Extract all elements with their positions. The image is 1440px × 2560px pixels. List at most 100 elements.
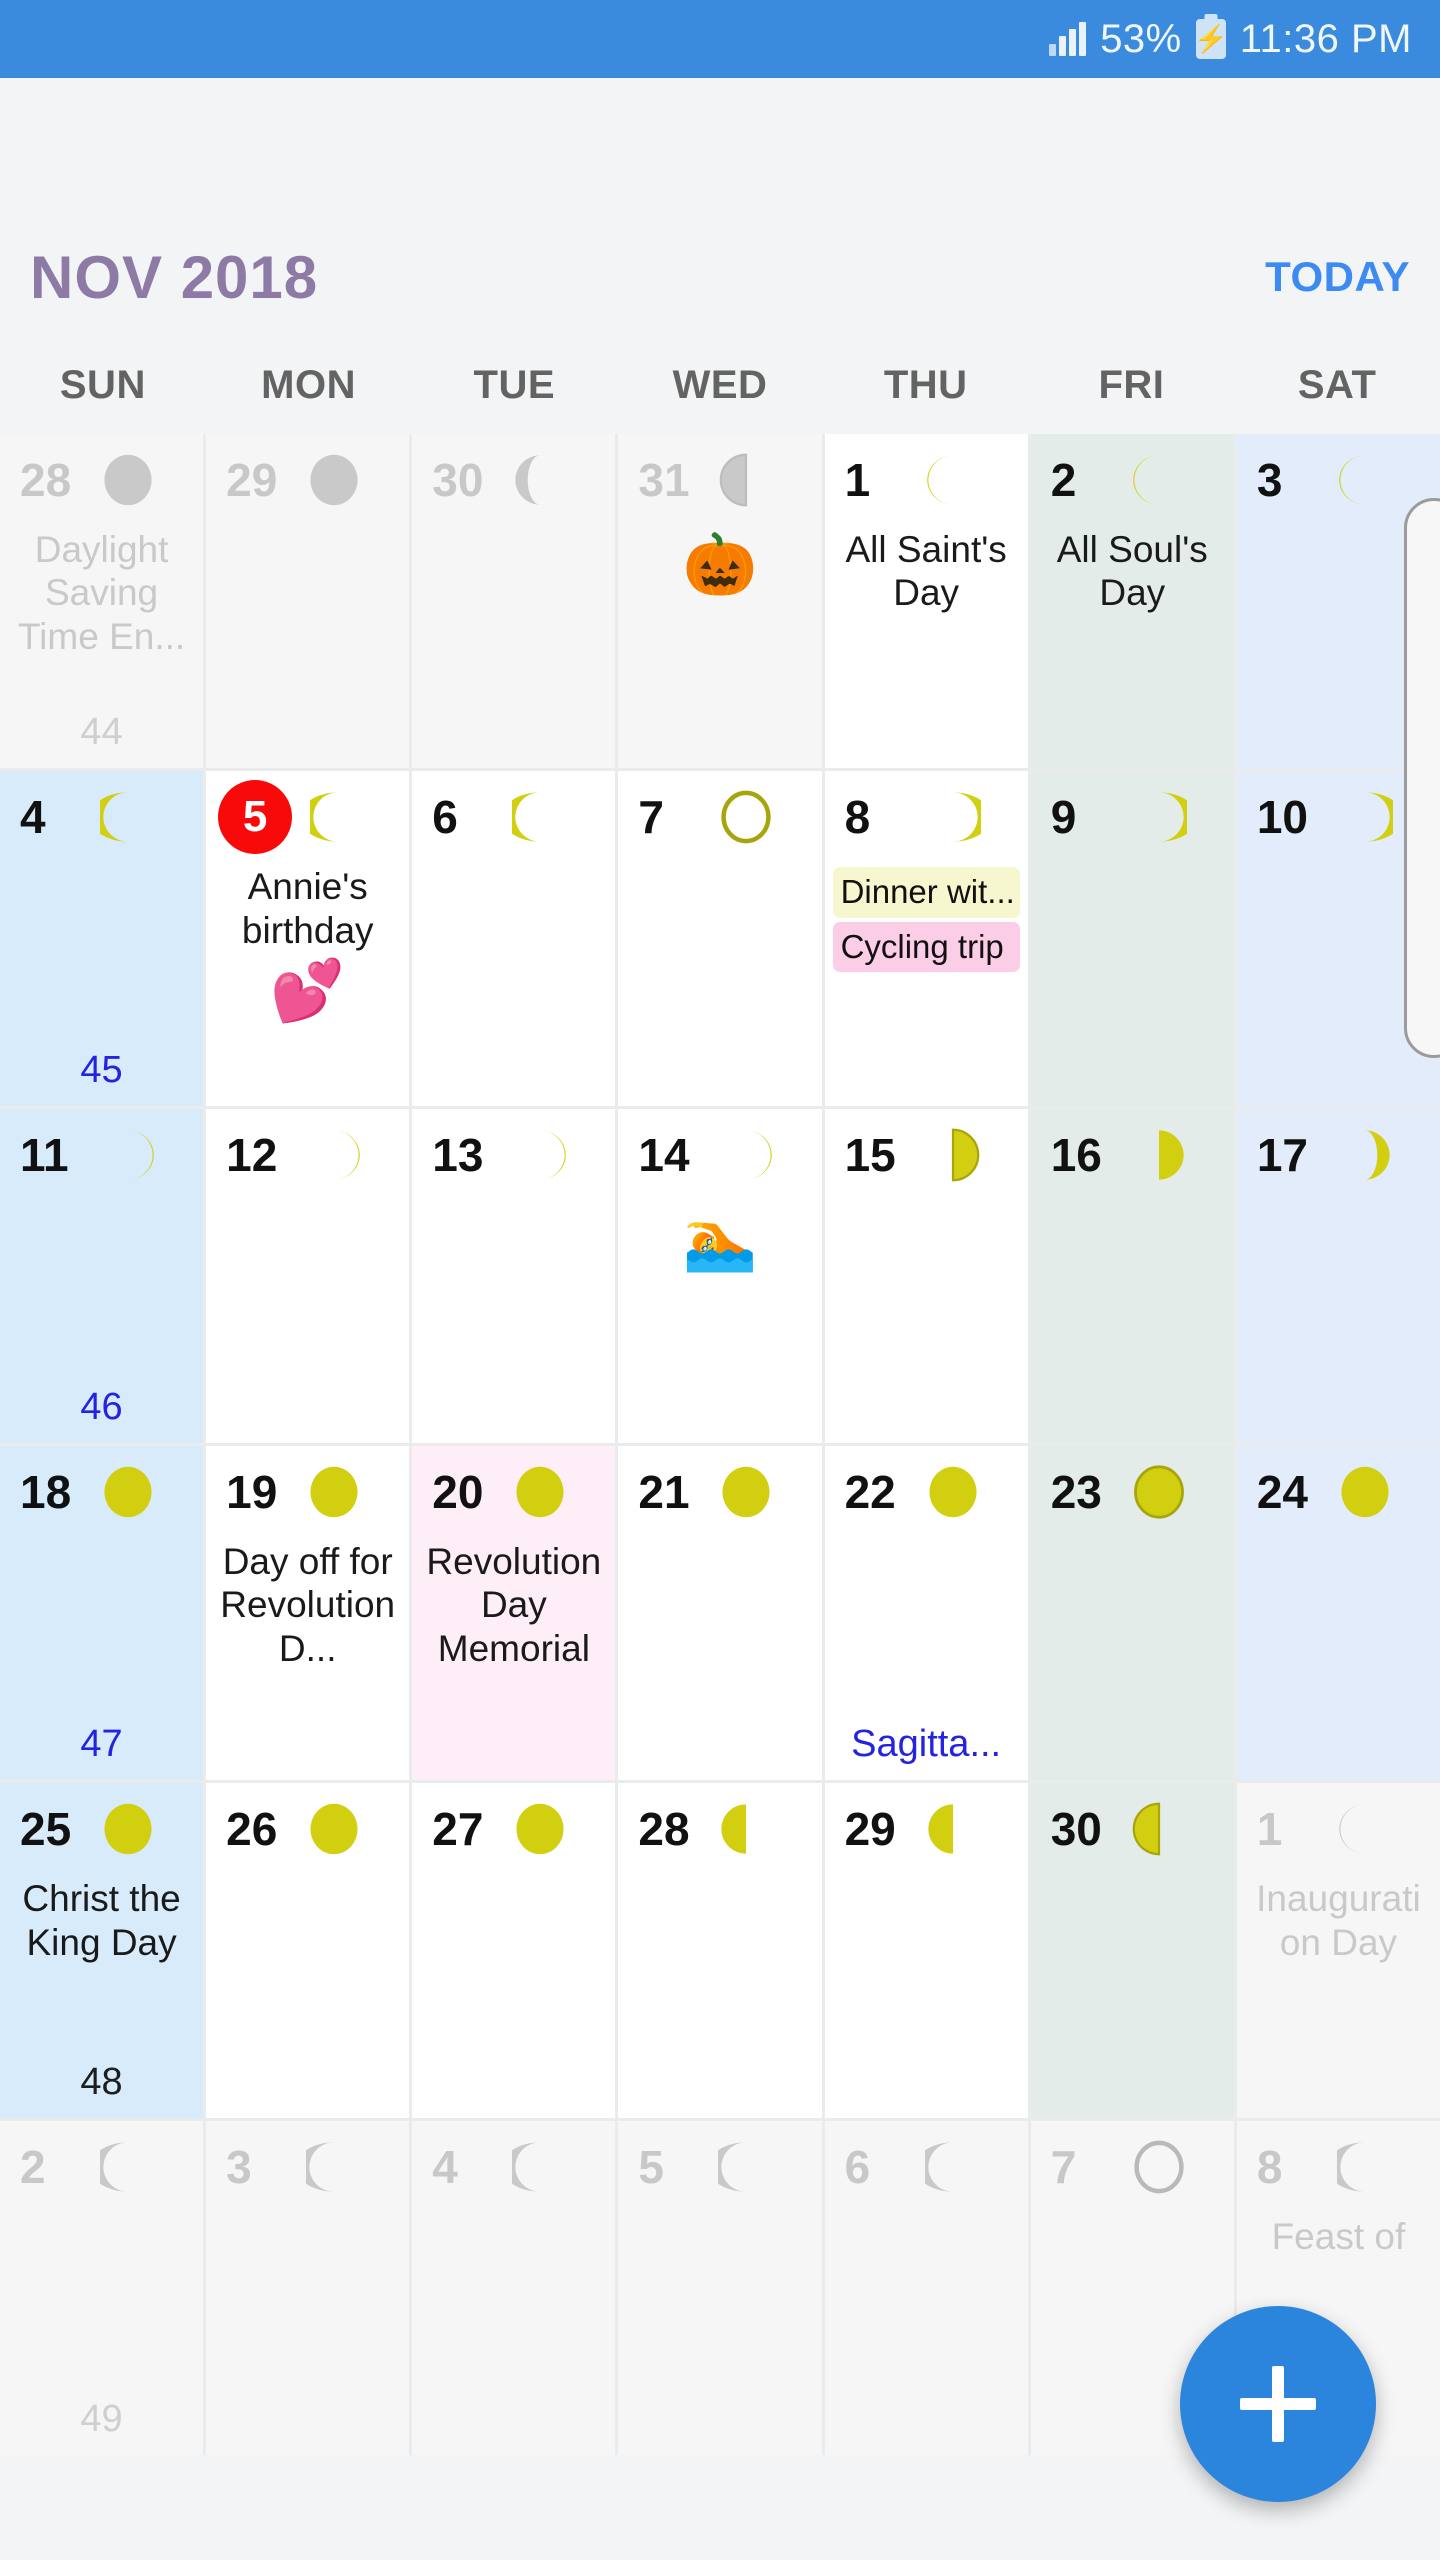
day-cell[interactable]: 17 bbox=[1236, 1108, 1440, 1443]
day-cell-header: 19 bbox=[212, 1446, 403, 1538]
zodiac-label[interactable]: Sagitta... bbox=[825, 1723, 1028, 1766]
day-cell[interactable]: 11 46 bbox=[0, 1108, 204, 1443]
moon-phase-icon bbox=[1131, 789, 1187, 845]
day-cell[interactable]: 2 49 bbox=[0, 2120, 204, 2455]
day-cell[interactable]: 6 bbox=[412, 771, 616, 1106]
moon-phase-icon bbox=[1336, 2139, 1393, 2195]
day-cell[interactable]: 4 bbox=[412, 2120, 616, 2455]
day-cell-header: 31 bbox=[624, 434, 815, 526]
day-cell[interactable]: 15 bbox=[824, 1108, 1028, 1443]
moon-phase-icon bbox=[925, 1127, 981, 1183]
day-cell[interactable]: 9 bbox=[1030, 771, 1234, 1106]
event-list: Feast of bbox=[1243, 2213, 1434, 2258]
day-number: 23 bbox=[1050, 1466, 1102, 1518]
day-cell[interactable]: 26 bbox=[206, 1783, 410, 2118]
moon-phase-icon bbox=[512, 789, 568, 845]
day-cell[interactable]: 2 All Soul's Day bbox=[1030, 434, 1234, 769]
day-number: 12 bbox=[226, 1128, 278, 1181]
moon-phase-icon bbox=[925, 1801, 981, 1857]
event-title[interactable]: Christ the King Day bbox=[12, 1877, 191, 1964]
day-number: 3 bbox=[1256, 454, 1283, 506]
day-cell[interactable]: 1 All Saint's Day bbox=[824, 434, 1028, 769]
day-cell-header: 8 bbox=[1243, 2121, 1434, 2213]
day-cell[interactable]: 12 bbox=[206, 1108, 410, 1443]
day-cell[interactable]: 3 bbox=[206, 2120, 410, 2455]
event-title[interactable]: Feast of bbox=[1249, 2215, 1428, 2258]
event-title[interactable]: Revolution Day Memorial bbox=[424, 1540, 603, 1670]
calendar-grid: 28 Daylight Saving Time En... 44 29 30 31 🎃 1 Al… bbox=[0, 434, 1440, 2455]
event-title[interactable]: Inauguration Day bbox=[1249, 1877, 1428, 1964]
day-cell-header: 28 bbox=[624, 1783, 815, 1875]
day-cell[interactable]: 24 bbox=[1236, 1446, 1440, 1781]
day-cell[interactable]: 27 bbox=[412, 1783, 616, 2118]
day-number: 13 bbox=[432, 1128, 484, 1181]
day-cell[interactable]: 29 bbox=[824, 1783, 1028, 2118]
day-cell[interactable]: 1 Inauguration Day bbox=[1236, 1783, 1440, 2118]
day-cell[interactable]: 23 bbox=[1030, 1446, 1234, 1781]
day-cell-header: 6 bbox=[418, 771, 609, 863]
moon-phase-icon bbox=[925, 789, 981, 845]
day-cell[interactable]: 30 bbox=[1030, 1783, 1234, 2118]
moon-phase-icon bbox=[924, 2139, 981, 2195]
moon-phase-icon bbox=[100, 1127, 156, 1183]
day-cell[interactable]: 5 bbox=[618, 2120, 822, 2455]
day-cell-header: 17 bbox=[1243, 1109, 1434, 1201]
day-cell[interactable]: 7 bbox=[618, 771, 822, 1106]
moon-phase-icon bbox=[718, 1127, 774, 1183]
day-number: 8 bbox=[844, 791, 871, 844]
day-cell[interactable]: 28 Daylight Saving Time En... 44 bbox=[0, 434, 204, 769]
day-cell[interactable]: 21 bbox=[618, 1446, 822, 1781]
weekday-label-thu: THU bbox=[883, 362, 968, 407]
event-list: Daylight Saving Time En... bbox=[6, 526, 197, 658]
today-button[interactable]: TODAY bbox=[1265, 253, 1410, 301]
day-number: 5 bbox=[638, 2140, 665, 2193]
day-cell[interactable]: 22 Sagitta... bbox=[824, 1446, 1028, 1781]
day-cell[interactable]: 18 47 bbox=[0, 1446, 204, 1781]
event-chip[interactable]: Cycling trip bbox=[832, 921, 1020, 972]
day-cell-header: 1 bbox=[1243, 1783, 1434, 1875]
weekday-label-sun: SUN bbox=[59, 362, 146, 407]
day-cell[interactable]: 14 🏊 bbox=[618, 1108, 822, 1443]
day-cell[interactable]: 19 Day off for Revolution D... bbox=[206, 1446, 410, 1781]
day-cell[interactable]: 6 bbox=[824, 2120, 1028, 2455]
event-title[interactable]: Day off for Revolution D... bbox=[218, 1540, 397, 1670]
day-number: 19 bbox=[226, 1466, 278, 1518]
day-number: 4 bbox=[432, 2140, 458, 2193]
day-number: 3 bbox=[226, 2140, 252, 2193]
moon-phase-icon bbox=[512, 452, 568, 508]
moon-phase-icon bbox=[1337, 789, 1393, 845]
week-number: 48 bbox=[80, 2060, 123, 2103]
day-cell[interactable]: 28 bbox=[618, 1783, 822, 2118]
event-list: Revolution Day Memorial bbox=[418, 1538, 609, 1670]
day-cell[interactable]: 4 45 bbox=[0, 771, 204, 1106]
day-number: 4 bbox=[20, 791, 46, 844]
day-cell-header: 4 bbox=[6, 771, 197, 863]
day-cell[interactable]: 29 bbox=[206, 434, 410, 769]
weekday-label-fri: FRI bbox=[1098, 362, 1165, 407]
day-cell[interactable]: 20 Revolution Day Memorial bbox=[412, 1446, 616, 1781]
event-chip[interactable]: Dinner wit... bbox=[832, 867, 1020, 918]
day-number: 6 bbox=[844, 2140, 871, 2193]
day-cell[interactable]: 16 bbox=[1030, 1108, 1234, 1443]
event-title[interactable]: All Saint's Day bbox=[837, 528, 1016, 615]
day-cell[interactable]: 31 🎃 bbox=[618, 434, 822, 769]
day-cell[interactable]: 30 bbox=[412, 434, 616, 769]
page-title[interactable]: NOV 2018 bbox=[30, 243, 318, 312]
day-number: 31 bbox=[638, 454, 690, 506]
day-cell-header: 5 bbox=[212, 771, 403, 863]
day-cell[interactable]: 13 bbox=[412, 1108, 616, 1443]
day-cell[interactable]: 8 Dinner wit... Cycling trip bbox=[824, 771, 1028, 1106]
moon-phase-icon bbox=[100, 1464, 156, 1520]
scrollbar[interactable] bbox=[1404, 498, 1440, 1058]
day-cell-header: 3 bbox=[212, 2121, 403, 2213]
day-cell[interactable]: 25 Christ the King Day 48 bbox=[0, 1783, 204, 2118]
add-event-button[interactable] bbox=[1180, 2306, 1376, 2502]
event-title[interactable]: Daylight Saving Time En... bbox=[12, 528, 191, 658]
day-number: 24 bbox=[1256, 1466, 1309, 1518]
moon-phase-icon bbox=[718, 1801, 774, 1857]
day-number: 2 bbox=[1050, 454, 1077, 506]
day-number: 22 bbox=[844, 1466, 896, 1518]
day-cell[interactable]: 5 Annie's birthday 💕 bbox=[206, 771, 410, 1106]
event-title[interactable]: All Soul's Day bbox=[1043, 528, 1222, 615]
event-title[interactable]: Annie's birthday bbox=[218, 865, 397, 952]
